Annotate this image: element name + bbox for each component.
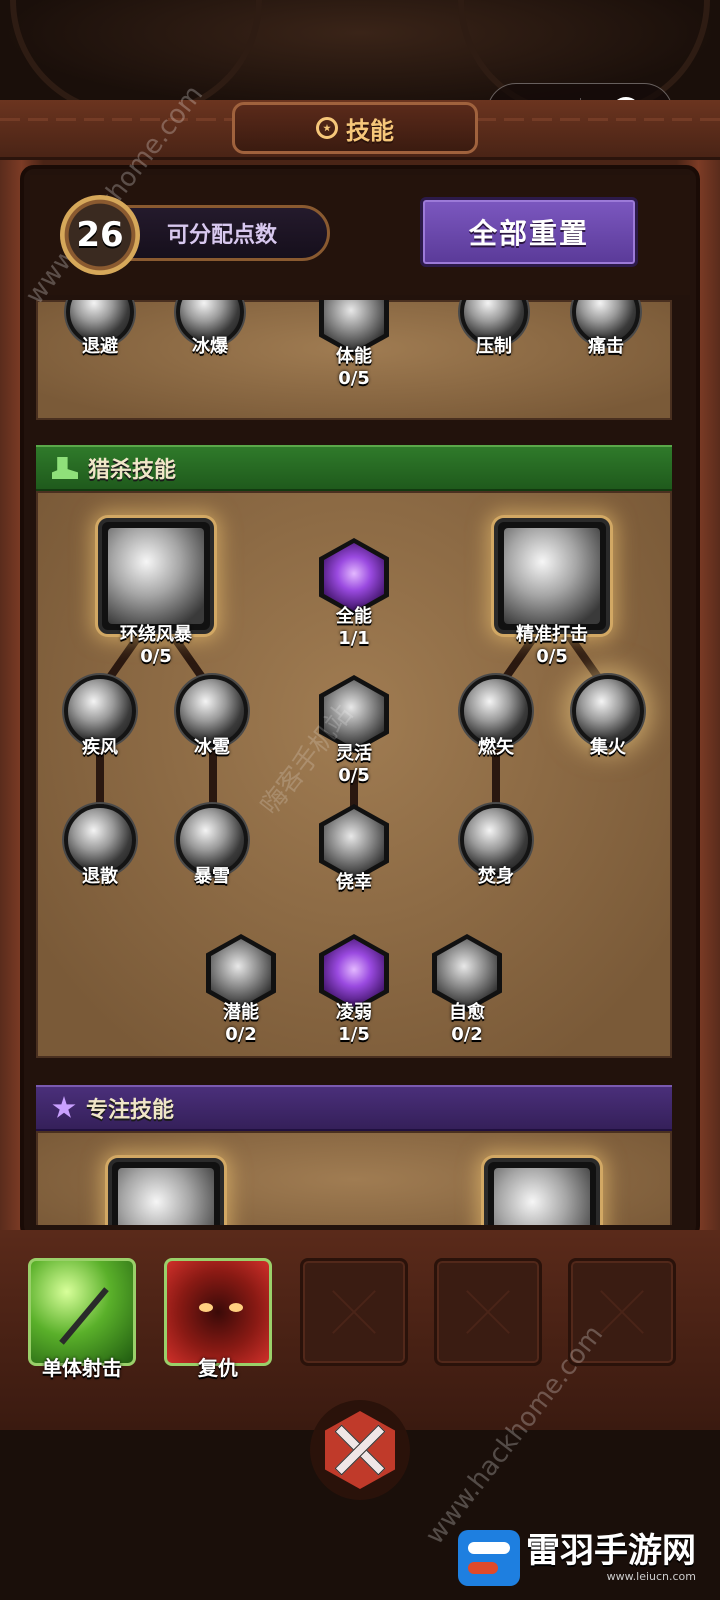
skill-name: 退避 [82,336,118,357]
skill-name: 冰雹 [194,737,230,758]
skill-progress: 1/1 [338,628,370,649]
equipped-slot-2[interactable] [164,1258,272,1366]
equipped-slot-1-label: 单体射击 [42,1356,122,1380]
skill-node-bingbao[interactable]: 冰雹 [176,675,248,759]
skill-name: 精准打击 [516,624,588,645]
skill-node[interactable]: 冰爆 [176,300,244,358]
skill-node[interactable]: 体能 0/5 [319,300,389,389]
points-label: 可分配点数 [167,223,278,248]
skill-node-tuisan[interactable]: 退散 [64,804,136,888]
skill-tree-scroll[interactable]: 退避 冰爆 体能 0/5 压制 痛击 猎杀技能 环绕风暴 0/5 全能 1/1 [36,300,672,1225]
skill-node-huanrao[interactable]: 环绕风暴 0/5 [98,518,214,667]
skill-node-jifeng[interactable]: 疾风 [64,675,136,759]
focus-section-header: 专注技能 [36,1085,672,1131]
skill-name: 潜能 [223,1002,259,1023]
skill-icon [108,1158,224,1225]
skill-node-jiaoxing[interactable]: 侥幸 [319,804,389,894]
skill-node-lingruo[interactable]: 凌弱 1/5 [319,934,389,1045]
page-title: 技能 [346,116,394,145]
skill-node[interactable]: 痛击 [572,300,640,358]
skill-name: 疾风 [82,737,118,758]
skill-node-ranshi[interactable]: 燃矢 [460,675,532,759]
arrow-icon [59,1287,109,1345]
skill-name: 凌弱 [336,1002,372,1023]
reset-all-label: 全部重置 [468,217,589,250]
skill-node-qianneng[interactable]: 潜能 0/2 [206,934,276,1045]
logo-url: www.leiucn.com [606,1569,696,1583]
skill-name: 痛击 [588,336,624,357]
skill-progress: 1/5 [338,1024,370,1045]
equipped-slot-2-label: 复仇 [198,1356,238,1380]
demon-eyes-icon [199,1303,243,1315]
skill-icon [98,518,214,634]
skill-progress: 0/5 [338,368,370,389]
focus-skill-node[interactable] [484,1158,600,1225]
boot-icon [52,457,78,479]
skill-name: 焚身 [478,866,514,887]
skill-name: 集火 [590,737,626,758]
star-icon [52,1096,76,1118]
skill-node-quanneng[interactable]: 全能 1/1 [319,538,389,649]
skill-name: 自愈 [449,1002,485,1023]
hunt-section-title: 猎杀技能 [88,458,177,483]
equipped-slot-1[interactable] [28,1258,136,1366]
title-plate: 技能 [232,102,478,154]
site-logo: 雷羽手游网 www.leiucn.com [458,1530,696,1586]
logo-mark-icon [458,1530,520,1586]
skill-node-fenshen[interactable]: 焚身 [460,804,532,888]
tree-connector [209,750,217,810]
tree-connector [492,750,500,810]
skill-name: 压制 [476,336,512,357]
skill-node[interactable]: 压制 [460,300,528,358]
points-value: 26 [76,215,124,255]
skill-name: 全能 [336,606,372,627]
skill-name: 冰爆 [192,336,228,357]
skill-name: 体能 [336,346,372,367]
skill-name: 燃矢 [478,737,514,758]
skill-node-jingzhun[interactable]: 精准打击 0/5 [494,518,610,667]
skill-progress: 0/5 [536,646,568,667]
skill-icon [484,1158,600,1225]
equipped-slot-4[interactable] [434,1258,542,1366]
reset-all-button[interactable]: 全部重置 [420,197,638,267]
skill-icon [494,518,610,634]
skill-node-ziyu[interactable]: 自愈 0/2 [432,934,502,1045]
close-button[interactable] [310,1400,410,1500]
focus-section-title: 专注技能 [86,1098,175,1123]
skill-progress: 0/2 [451,1024,483,1045]
skill-progress: 0/5 [338,765,370,786]
skill-name: 退散 [82,866,118,887]
skill-progress: 0/2 [225,1024,257,1045]
logo-name: 雷羽手游网 [526,1530,696,1571]
skill-node[interactable]: 退避 [66,300,134,358]
skill-name: 灵活 [336,743,372,764]
points-badge: 26 [60,195,140,275]
points-label-plate: 可分配点数 [120,205,330,261]
skill-emblem-icon [316,117,338,139]
hunt-section-header: 猎杀技能 [36,445,672,491]
skill-node-baoxue[interactable]: 暴雪 [176,804,248,888]
skill-name: 环绕风暴 [120,624,192,645]
equipped-slot-3[interactable] [300,1258,408,1366]
tree-connector [96,750,104,810]
focus-skill-node[interactable] [108,1158,224,1225]
skill-node-jihuo[interactable]: 集火 [572,675,644,759]
crossed-swords-icon [325,1411,395,1489]
skill-progress: 0/5 [140,646,172,667]
skill-name: 侥幸 [336,872,372,893]
skill-name: 暴雪 [194,866,230,887]
